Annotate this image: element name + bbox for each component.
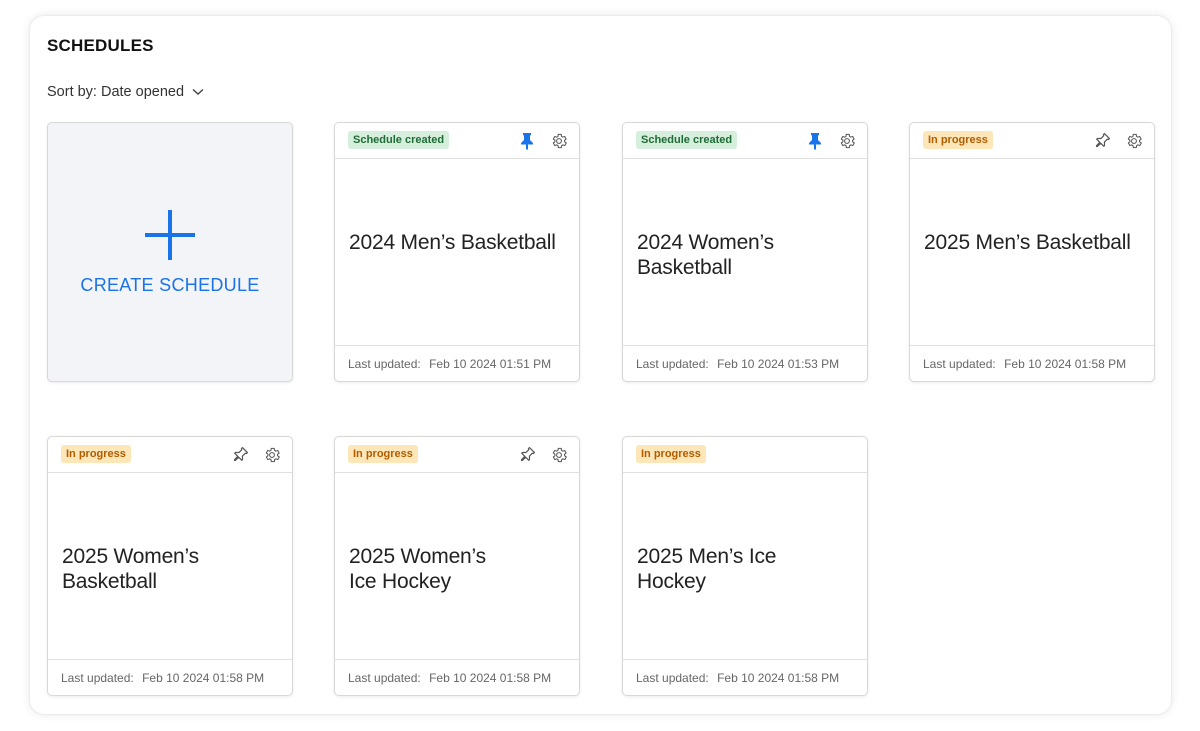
schedule-card-1[interactable]: Schedule created 2024 Men’s Basketball L… [334,122,580,382]
gear-icon[interactable] [1124,131,1144,151]
last-updated-value: Feb 10 2024 01:58 PM [142,671,265,685]
last-updated-value: Feb 10 2024 01:58 PM [717,671,840,685]
last-updated-value: Feb 10 2024 01:51 PM [429,357,552,371]
schedule-card-4[interactable]: In progress 2025 Women’s Basketball Last… [47,436,293,696]
last-updated-label: Last updated: [636,671,709,685]
schedule-title-line-2: Basketball [637,256,732,279]
schedule-title: 2025 Men’s Ice Hockey [637,544,847,594]
card-header: In progress [623,437,867,473]
schedule-title: 2025 Women’s Ice Hockey [349,544,559,594]
card-header: In progress [48,437,292,473]
card-actions [805,131,857,151]
plus-icon [145,209,195,260]
gear-icon[interactable] [549,445,569,465]
chevron-down-icon [192,88,204,95]
card-header: Schedule created [623,123,867,159]
card-footer: Last updated: Feb 10 2024 01:58 PM [910,345,1154,381]
schedule-card-3[interactable]: In progress 2025 Men’s Basketball Last u… [909,122,1155,382]
last-updated-value: Feb 10 2024 01:58 PM [429,671,552,685]
create-schedule-card[interactable]: CREATE SCHEDULE [47,122,293,382]
schedule-card-6[interactable]: In progress 2025 Men’s Ice Hockey Last u… [622,436,868,696]
pin-icon[interactable] [805,131,825,151]
card-actions [230,445,282,465]
pin-icon[interactable] [517,445,537,465]
gear-icon[interactable] [549,131,569,151]
schedule-title-line-1: 2025 Women’s [349,545,486,568]
last-updated-label: Last updated: [636,357,709,371]
card-footer: Last updated: Feb 10 2024 01:58 PM [623,659,867,695]
card-header: In progress [910,123,1154,159]
sort-dropdown[interactable]: Sort by: Date opened [47,84,204,100]
schedule-title-line-2: Basketball [62,570,157,593]
schedule-title-line-1: 2024 Women’s [637,231,774,254]
last-updated-value: Feb 10 2024 01:53 PM [717,357,840,371]
status-badge: In progress [348,445,418,463]
schedule-title-line-1: 2024 Men’s Basketball [349,231,556,254]
schedule-title: 2025 Men’s Basketball [924,230,1134,255]
status-badge: Schedule created [348,131,450,149]
status-badge: In progress [923,131,993,149]
schedule-title-line-1: 2025 Women’s [62,545,199,568]
status-badge: In progress [636,445,706,463]
schedule-card-2[interactable]: Schedule created 2024 Women’s Basketball… [622,122,868,382]
card-footer: Last updated: Feb 10 2024 01:58 PM [48,659,292,695]
card-actions [1092,131,1144,151]
status-badge: In progress [61,445,131,463]
schedule-title: 2024 Women’s Basketball [637,230,847,280]
schedule-title-line-1: 2025 Men’s Basketball [924,231,1131,254]
schedule-title-line-1: 2025 Men’s Ice Hockey [637,545,777,593]
schedules-panel: SCHEDULES Sort by: Date opened CREATE SC… [30,16,1171,714]
card-header: In progress [335,437,579,473]
create-schedule-label: CREATE SCHEDULE [80,274,260,295]
page-title: SCHEDULES [47,36,154,55]
pin-icon[interactable] [517,131,537,151]
last-updated-label: Last updated: [923,357,996,371]
card-footer: Last updated: Feb 10 2024 01:58 PM [335,659,579,695]
schedule-title: 2024 Men’s Basketball [349,230,559,255]
schedule-title-line-2: Ice Hockey [349,570,451,593]
schedule-title: 2025 Women’s Basketball [62,544,272,594]
sort-label: Sort by: Date opened [47,84,185,100]
last-updated-label: Last updated: [348,357,421,371]
card-actions [517,445,569,465]
last-updated-label: Last updated: [348,671,421,685]
card-header: Schedule created [335,123,579,159]
card-actions [517,131,569,151]
last-updated-value: Feb 10 2024 01:58 PM [1004,357,1127,371]
status-badge: Schedule created [636,131,738,149]
schedule-card-5[interactable]: In progress 2025 Women’s Ice Hockey Last… [334,436,580,696]
last-updated-label: Last updated: [61,671,134,685]
gear-icon[interactable] [262,445,282,465]
pin-icon[interactable] [1092,131,1112,151]
card-footer: Last updated: Feb 10 2024 01:53 PM [623,345,867,381]
card-footer: Last updated: Feb 10 2024 01:51 PM [335,345,579,381]
pin-icon[interactable] [230,445,250,465]
gear-icon[interactable] [837,131,857,151]
